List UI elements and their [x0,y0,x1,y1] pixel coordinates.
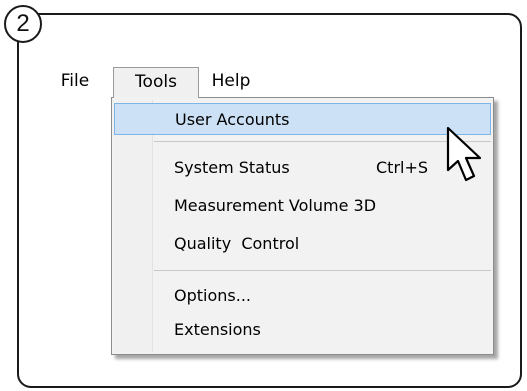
menu-item-label: Measurement Volume 3D [174,196,377,215]
menu-item-label: Options... [174,286,251,305]
menu-item-label: Extensions [174,320,261,339]
menu-item-label: Quality Control [174,234,300,253]
menu-tools[interactable]: Tools [113,67,199,98]
menu-item-label: User Accounts [175,110,290,129]
menu-separator [154,270,491,271]
menu-help[interactable]: Help [201,67,261,97]
menu-item-measurement-volume-3d[interactable]: Measurement Volume 3D [114,190,491,222]
menu-item-quality-control[interactable]: Quality Control [114,228,491,260]
menu-file[interactable]: File [43,67,107,97]
menu-separator [154,141,491,142]
menu-item-system-status[interactable]: System Status Ctrl+S [114,152,491,184]
step-number-badge: 2 [4,5,42,43]
menu-item-label: System Status [174,158,290,177]
menu-item-extensions[interactable]: Extensions [114,314,491,346]
menu-item-options[interactable]: Options... [114,280,491,312]
tools-dropdown-menu: User Accounts System Status Ctrl+S Measu… [111,97,494,355]
menu-bar: File Tools Help [43,67,513,98]
menu-item-user-accounts[interactable]: User Accounts [114,103,491,135]
menu-item-shortcut: Ctrl+S [376,158,429,177]
arrow-cursor-icon [446,126,482,182]
